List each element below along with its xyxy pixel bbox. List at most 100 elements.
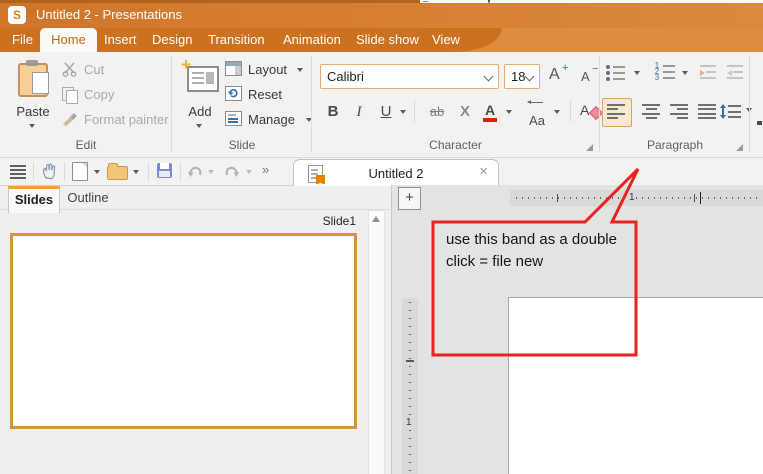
slide-thumbnail[interactable]	[10, 233, 357, 429]
paste-dropdown-icon	[29, 124, 35, 128]
document-tab[interactable]: S Untitled 2 ×	[293, 159, 499, 186]
justify-icon	[698, 104, 716, 119]
slides-panel: Slides Outline Slide1	[0, 186, 391, 474]
annotation-text: use this band as a double click = file n…	[446, 229, 641, 273]
slides-scrollbar[interactable]	[368, 210, 385, 474]
align-left-button[interactable]	[602, 98, 632, 127]
italic-button[interactable]: I	[350, 100, 368, 124]
paragraph-dialog-launcher[interactable]	[736, 144, 743, 151]
shrink-font-button[interactable]: A −	[578, 62, 604, 88]
add-dropdown-icon	[196, 124, 202, 128]
add-slide-button[interactable]: + Add	[178, 58, 222, 138]
change-case-dropdown-icon[interactable]	[554, 110, 560, 114]
open-folder-dropdown-icon[interactable]	[133, 170, 139, 174]
h-ruler-number: 1	[628, 192, 636, 203]
menu-view[interactable]: View	[432, 32, 460, 47]
strikethrough-button[interactable]: ab	[424, 100, 450, 124]
menu-tab-home[interactable]: Home	[40, 28, 97, 52]
ruler-margin-mark	[557, 194, 558, 202]
eraser-icon	[589, 106, 603, 120]
ruler-cursor-mark	[700, 192, 701, 204]
menu-file[interactable]: File	[12, 32, 33, 47]
menu-list-icon[interactable]	[10, 165, 26, 179]
line-spacing-button[interactable]	[720, 99, 742, 125]
copy-button[interactable]: Copy	[60, 85, 170, 105]
cut-button[interactable]: Cut	[60, 60, 170, 80]
quick-toolbar: » S Untitled 2 ×	[0, 158, 763, 186]
new-slide-crosshair-button[interactable]: +	[398, 187, 421, 210]
group-label-slide: Slide	[172, 138, 312, 152]
redo-icon[interactable]	[224, 164, 240, 178]
scroll-up-icon[interactable]	[372, 216, 380, 222]
paste-button[interactable]: Paste	[10, 58, 56, 138]
shrink-minus-icon: −	[592, 63, 598, 75]
numbering-dropdown-icon[interactable]	[682, 71, 688, 75]
script-toggle-button[interactable]: X	[455, 100, 475, 124]
format-painter-icon	[61, 111, 79, 127]
bullets-button[interactable]	[606, 64, 626, 84]
font-size-combo[interactable]: 18	[504, 64, 540, 89]
change-case-button[interactable]: Aa	[524, 98, 550, 124]
bold-button[interactable]: B	[322, 100, 344, 124]
slide-canvas[interactable]	[508, 297, 763, 474]
grow-plus-icon: +	[562, 62, 568, 74]
app-logo-icon: S	[8, 6, 26, 24]
layout-icon	[225, 61, 242, 76]
new-document-dropdown-icon[interactable]	[94, 170, 100, 174]
ribbon: Paste Cut Copy Format painter Edit	[0, 52, 763, 158]
group-label-edit: Edit	[0, 138, 172, 152]
manage-button[interactable]: Manage	[224, 110, 316, 130]
font-color-dropdown-icon[interactable]	[506, 110, 512, 114]
grow-font-button[interactable]: A +	[546, 62, 572, 88]
menu-bar: File Home Insert Design Transition Anima…	[0, 28, 763, 52]
ruler-margin-mark	[694, 194, 695, 202]
justify-button[interactable]	[694, 99, 720, 125]
v-ruler-number: 1	[406, 416, 412, 429]
menu-slide-show[interactable]: Slide show	[356, 32, 419, 47]
undo-dropdown-icon[interactable]	[208, 170, 214, 174]
tab-outline[interactable]: Outline	[60, 186, 116, 209]
layout-button[interactable]: Layout	[224, 60, 308, 80]
case-arrow-icon	[527, 100, 543, 104]
save-icon[interactable]	[157, 163, 172, 178]
bullets-dropdown-icon[interactable]	[634, 71, 640, 75]
manage-icon	[225, 111, 242, 126]
menu-animation[interactable]: Animation	[283, 32, 341, 47]
clear-format-button[interactable]: A	[578, 100, 604, 124]
menu-insert[interactable]: Insert	[104, 32, 137, 47]
new-document-icon[interactable]	[72, 162, 88, 181]
line-spacing-arrow-icon	[720, 104, 725, 119]
font-name-chevron-icon	[484, 72, 494, 82]
toolbar-more-button[interactable]: »	[262, 162, 269, 177]
menu-design[interactable]: Design	[152, 32, 192, 47]
undo-icon[interactable]	[187, 164, 203, 178]
tab-slides[interactable]: Slides	[8, 186, 60, 213]
clipped-edge-element	[757, 121, 762, 125]
underline-button[interactable]: U	[376, 100, 396, 124]
slide-number-label: Slide1	[256, 214, 356, 228]
font-color-swatch	[483, 118, 497, 122]
vertical-ruler: 1	[402, 298, 418, 474]
decrease-indent-button[interactable]	[727, 65, 747, 81]
font-size-chevron-icon	[525, 72, 535, 82]
numbering-icon: 1 2 3	[654, 63, 676, 81]
menu-transition[interactable]: Transition	[208, 32, 265, 47]
underline-dropdown-icon[interactable]	[400, 110, 406, 114]
align-center-button[interactable]	[638, 99, 664, 125]
title-bar[interactable]: S Untitled 2 - Presentations	[0, 3, 763, 28]
align-right-button[interactable]	[666, 99, 692, 125]
character-dialog-launcher[interactable]	[586, 144, 593, 151]
increase-indent-button[interactable]	[700, 65, 720, 81]
font-color-button[interactable]: A	[480, 100, 500, 124]
document-tab-close-icon[interactable]: ×	[479, 163, 488, 180]
align-center-icon	[642, 104, 660, 119]
open-folder-icon[interactable]	[107, 166, 128, 180]
v-ruler-zero-mark	[406, 360, 414, 362]
paste-icon	[18, 60, 48, 96]
reset-button[interactable]: Reset	[224, 85, 308, 105]
numbering-button[interactable]: 1 2 3	[654, 63, 676, 83]
bullets-icon	[606, 64, 626, 82]
redo-dropdown-icon[interactable]	[246, 170, 252, 174]
font-name-combo[interactable]: Calibri	[320, 64, 499, 89]
hand-tool-icon[interactable]	[41, 162, 57, 180]
